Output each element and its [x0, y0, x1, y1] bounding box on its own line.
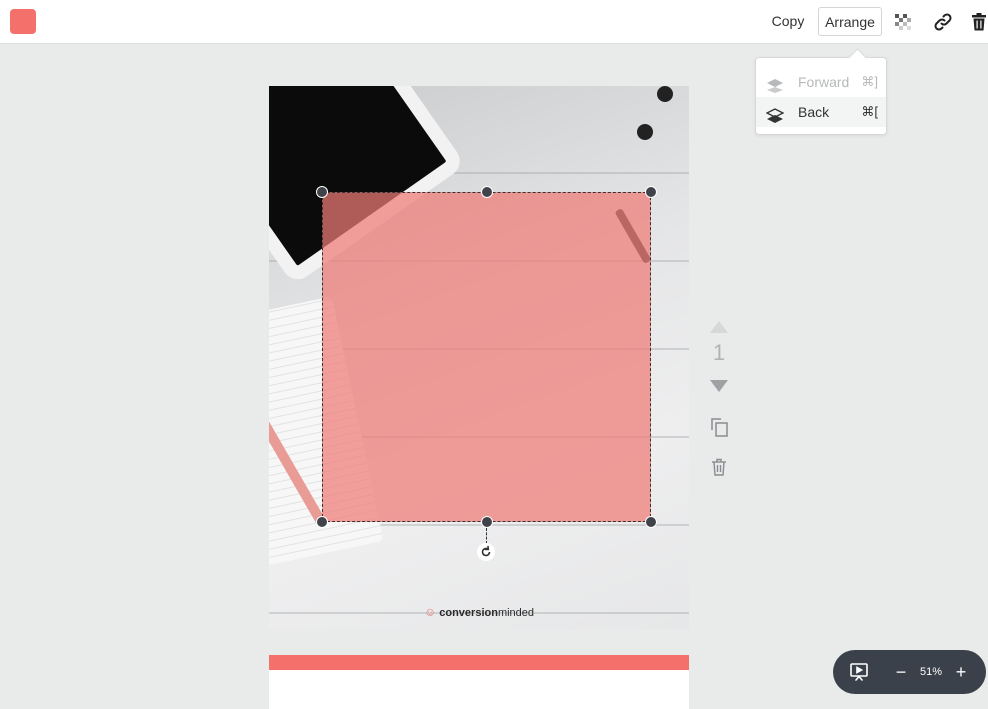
- menu-item-label: Back: [798, 104, 830, 120]
- menu-item-label: Forward: [798, 74, 850, 90]
- link-icon[interactable]: [933, 12, 953, 32]
- arrange-menu: Forward ⌘] Back ⌘[: [755, 57, 887, 135]
- zoom-level: 51%: [919, 666, 943, 678]
- rotate-connector: [486, 528, 487, 544]
- resize-handle-bottom-right[interactable]: [645, 516, 657, 528]
- copy-button[interactable]: Copy: [766, 7, 810, 36]
- zoom-in-button[interactable]: +: [953, 660, 969, 684]
- fill-color-swatch[interactable]: [10, 9, 36, 34]
- zoom-out-button[interactable]: −: [893, 660, 909, 684]
- earbud-photo-element: [657, 86, 673, 102]
- earbud-photo-element: [637, 124, 653, 140]
- next-page[interactable]: [269, 670, 689, 709]
- move-page-up-icon[interactable]: [709, 320, 729, 334]
- next-page-header: [269, 655, 689, 670]
- page-number: 1: [712, 340, 726, 365]
- resize-handle-top-left[interactable]: [316, 186, 328, 198]
- duplicate-page-icon[interactable]: [709, 417, 729, 437]
- layers-down-icon: [765, 104, 785, 123]
- shortcut-label: ⌘[: [861, 104, 878, 119]
- resize-handle-top-right[interactable]: [645, 186, 657, 198]
- logo-text-bold: conversion: [439, 607, 498, 619]
- logo-text-light: minded: [497, 607, 535, 619]
- resize-handle-bottom-left[interactable]: [316, 516, 328, 528]
- rotate-handle-icon[interactable]: [477, 543, 495, 561]
- resize-handle-bottom[interactable]: [481, 516, 493, 528]
- menu-item-forward[interactable]: Forward ⌘]: [756, 67, 886, 97]
- menu-item-back[interactable]: Back ⌘[: [756, 97, 886, 127]
- trash-icon[interactable]: [971, 12, 988, 32]
- delete-page-icon[interactable]: [711, 458, 727, 476]
- brand-logo: ☺ conversionminded: [269, 605, 689, 619]
- resize-handle-top[interactable]: [481, 186, 493, 198]
- present-icon[interactable]: [849, 662, 869, 682]
- selected-rectangle-shape[interactable]: [322, 192, 651, 522]
- move-page-down-icon[interactable]: [709, 379, 729, 393]
- arrange-button[interactable]: Arrange: [818, 7, 882, 36]
- logo-mark-icon: ☺: [423, 605, 437, 619]
- zoom-controls: − 51% +: [833, 650, 986, 694]
- transparency-icon[interactable]: [893, 12, 913, 32]
- top-toolbar: Copy Arrange: [0, 0, 988, 44]
- shortcut-label: ⌘]: [861, 74, 878, 89]
- layers-up-icon: [766, 74, 784, 93]
